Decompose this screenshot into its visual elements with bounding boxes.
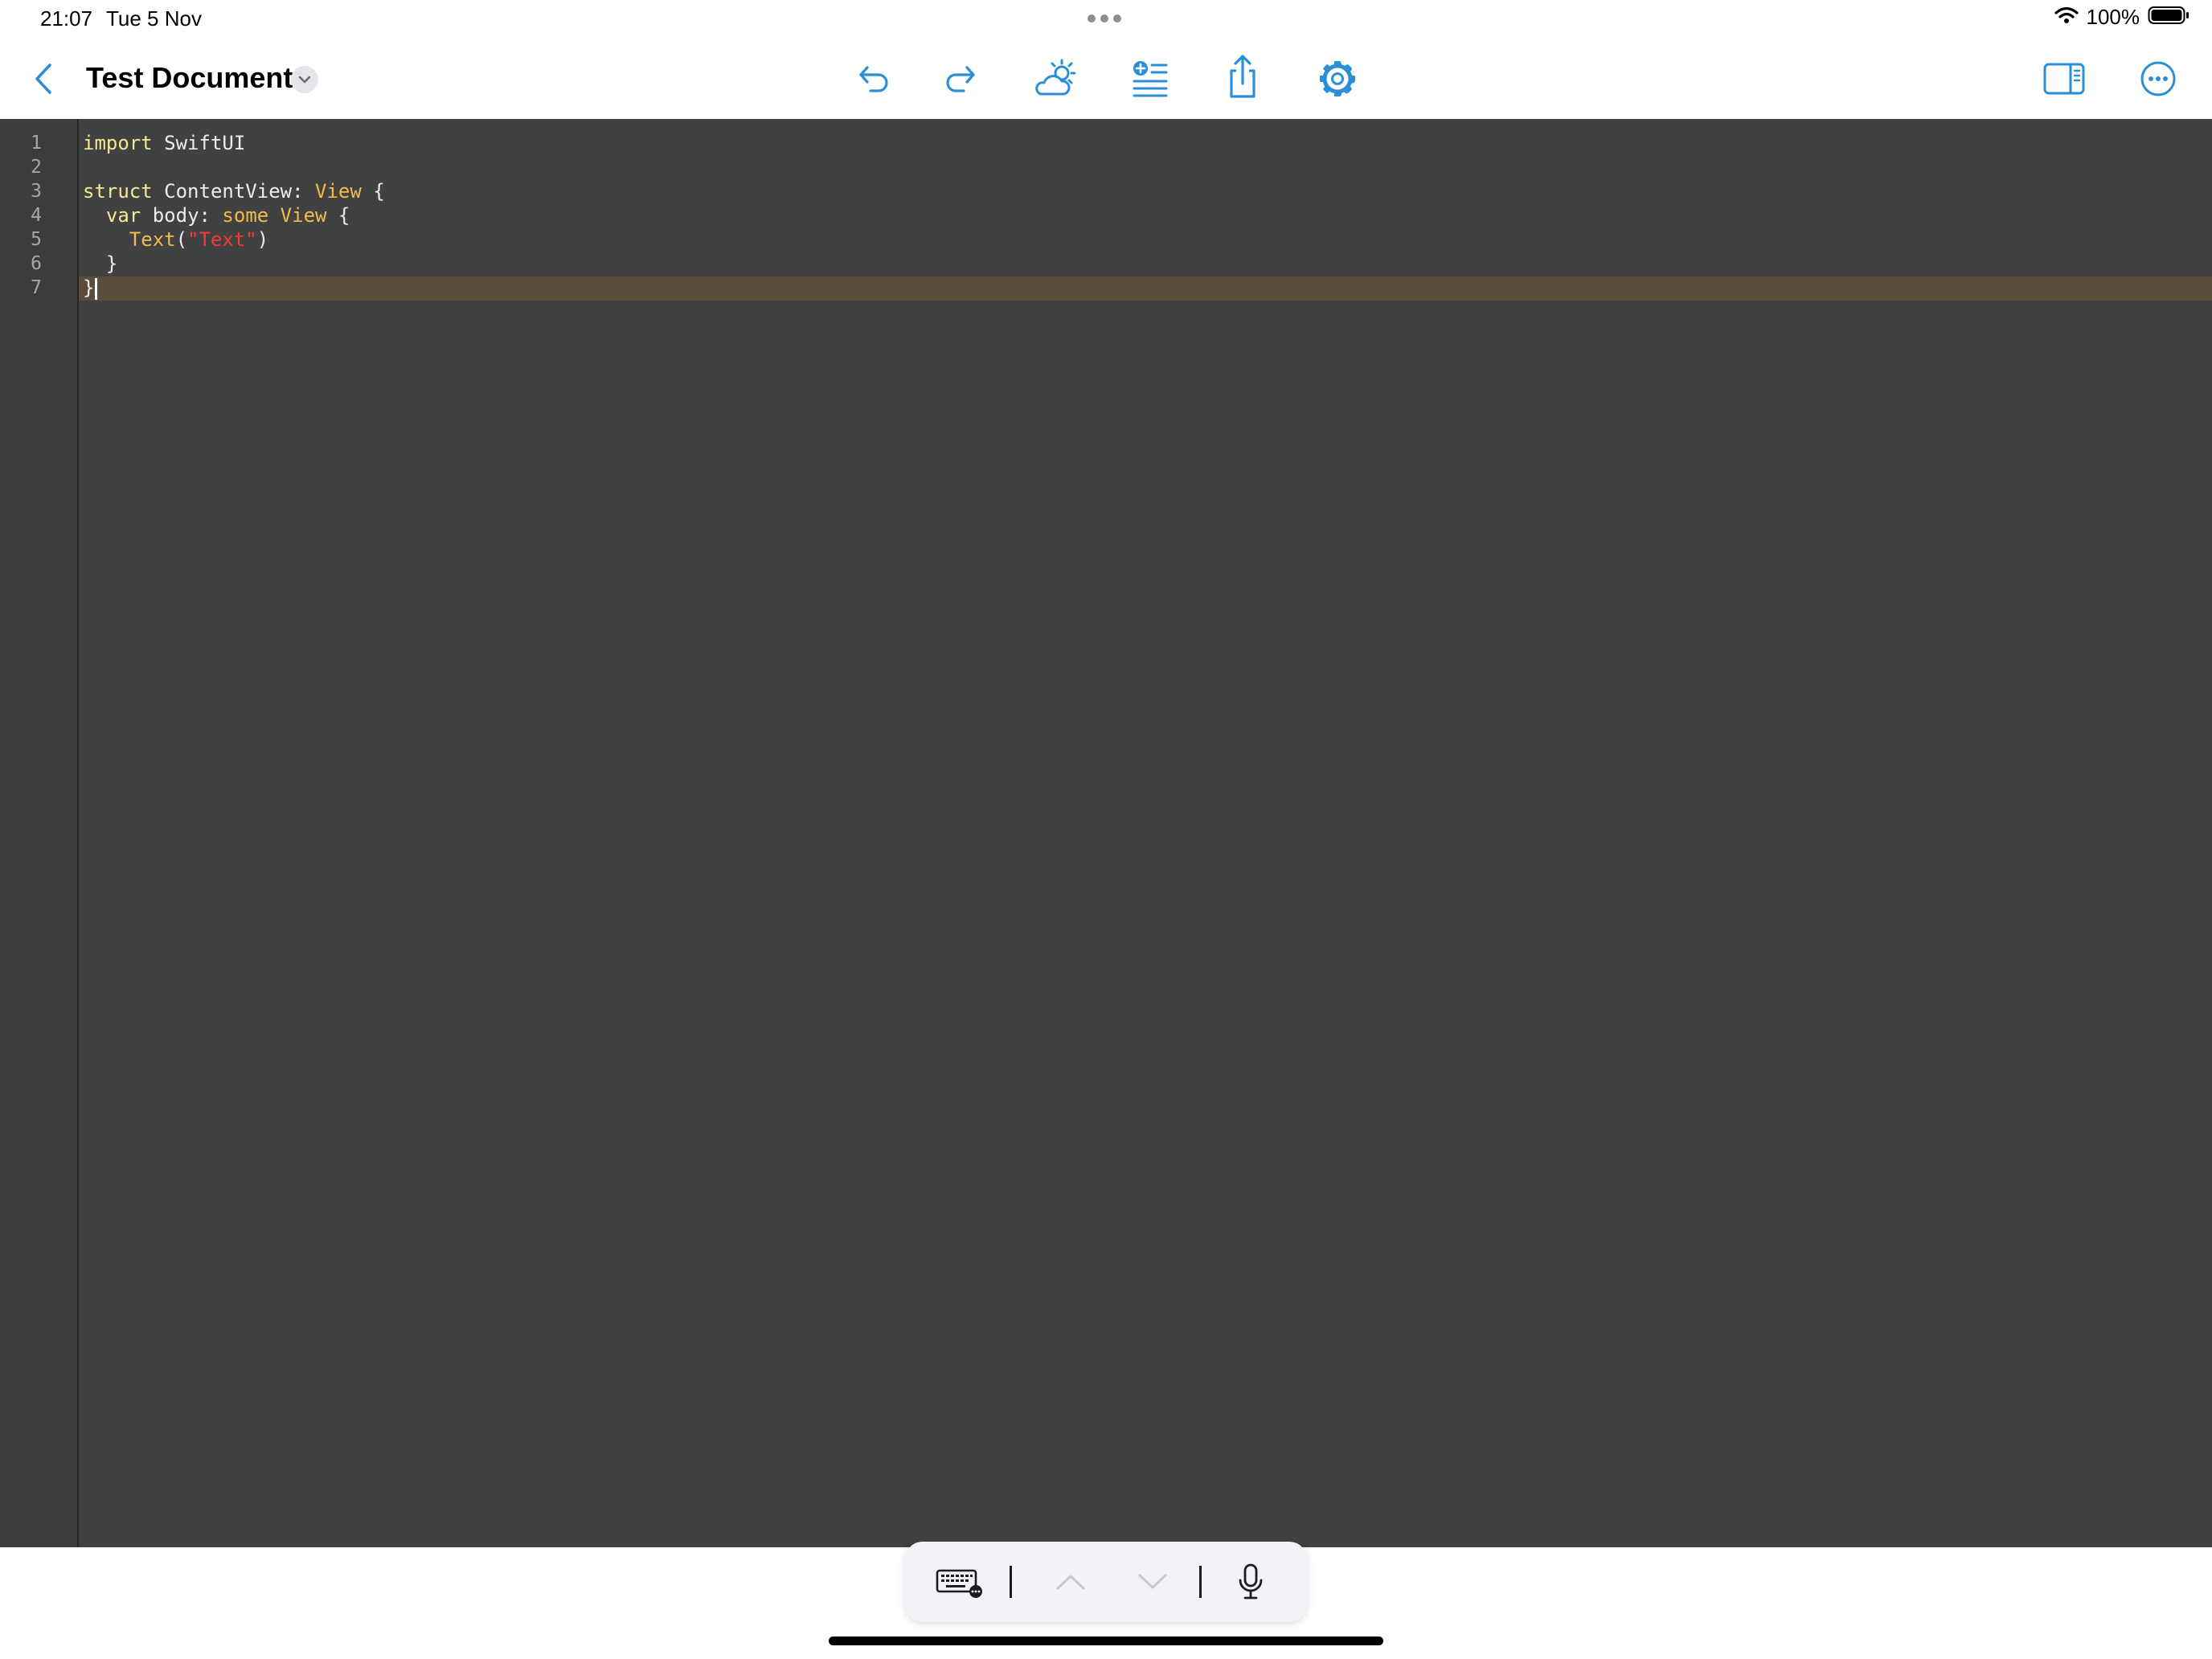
dictation-button[interactable]	[1233, 1559, 1268, 1604]
more-button[interactable]	[2136, 58, 2180, 100]
keyboard-shortcut-bar	[905, 1542, 1307, 1622]
code-text: )	[256, 228, 269, 251]
insert-list-button[interactable]	[1129, 56, 1172, 101]
code-editor[interactable]: 1 2 3 4 5 6 7 import SwiftUI struct Cont…	[0, 119, 2212, 1547]
keyword: struct	[83, 180, 153, 203]
settings-button[interactable]	[1317, 56, 1358, 101]
redo-icon	[946, 66, 975, 92]
string-literal: "Text"	[187, 228, 257, 251]
code-line-3[interactable]: struct ContentView: View {	[83, 179, 385, 203]
undo-button[interactable]	[852, 56, 894, 101]
home-indicator[interactable]	[829, 1636, 1383, 1645]
toolbar: Test Document	[0, 39, 2212, 119]
keyword: import	[83, 132, 153, 154]
line-number: 6	[31, 253, 42, 274]
title-menu-button[interactable]	[291, 66, 318, 93]
share-button[interactable]	[1222, 51, 1264, 103]
code-line-6[interactable]: }	[83, 252, 117, 276]
keyboard-icon	[936, 1569, 982, 1598]
current-line-highlight	[79, 276, 2212, 301]
wifi-icon	[2054, 6, 2079, 28]
code-text: }	[83, 276, 95, 299]
undo-icon	[859, 66, 888, 92]
sidebar-toggle-button[interactable]	[2042, 58, 2087, 100]
back-chevron-icon	[35, 63, 51, 94]
battery-icon	[2148, 6, 2189, 29]
code-line-4[interactable]: var body: some View {	[83, 203, 350, 227]
chevron-up-icon	[1056, 1575, 1085, 1590]
status-date: Tue 5 Nov	[106, 6, 202, 31]
keyboard-button[interactable]	[934, 1561, 985, 1603]
line-number: 7	[31, 277, 42, 298]
previous-button[interactable]	[1050, 1564, 1092, 1600]
code-text: SwiftUI	[152, 132, 246, 154]
chevron-down-icon	[1138, 1574, 1167, 1589]
redo-button[interactable]	[940, 56, 982, 101]
code-text: {	[326, 204, 350, 227]
multitasking-dots-icon[interactable]	[1088, 14, 1121, 23]
type-name: View	[315, 180, 362, 203]
code-line-5[interactable]: Text("Text")	[83, 227, 268, 252]
weather-icon	[1035, 59, 1076, 96]
share-icon	[1230, 55, 1256, 98]
document-title[interactable]: Test Document	[86, 61, 293, 95]
battery-percent: 100%	[2086, 5, 2140, 29]
divider	[1199, 1566, 1202, 1598]
keyword-some: some	[222, 204, 269, 227]
gear-icon	[1320, 61, 1355, 96]
code-text: ContentView:	[152, 180, 315, 203]
next-button[interactable]	[1132, 1564, 1174, 1600]
line-number: 2	[31, 157, 42, 178]
sidebar-icon	[2043, 63, 2085, 95]
line-number-gutter: 1 2 3 4 5 6 7	[0, 119, 79, 1547]
status-bar: 21:07 Tue 5 Nov 100%	[0, 0, 2212, 39]
code-text: }	[83, 252, 118, 275]
insert-list-icon	[1133, 61, 1168, 97]
type-name: Text	[129, 228, 176, 251]
chevron-down-icon	[298, 76, 311, 84]
weather-button[interactable]	[1030, 55, 1083, 103]
code-text: {	[361, 180, 385, 203]
code-line-1[interactable]: import SwiftUI	[83, 131, 245, 155]
line-number: 1	[31, 133, 42, 154]
status-indicators: 100%	[2054, 5, 2190, 30]
line-number: 3	[31, 181, 42, 202]
divider	[1010, 1566, 1012, 1598]
type-name: View	[280, 204, 327, 227]
code-line-7[interactable]: }	[83, 276, 98, 300]
back-button[interactable]	[29, 59, 58, 98]
line-number: 4	[31, 205, 42, 226]
keyword: var	[105, 204, 141, 227]
code-text: body:	[141, 204, 223, 227]
status-time: 21:07	[40, 6, 93, 31]
text-cursor	[95, 277, 98, 300]
line-number: 5	[31, 229, 42, 250]
code-text: (	[175, 228, 188, 251]
microphone-icon	[1239, 1563, 1263, 1600]
more-icon	[2140, 61, 2176, 96]
